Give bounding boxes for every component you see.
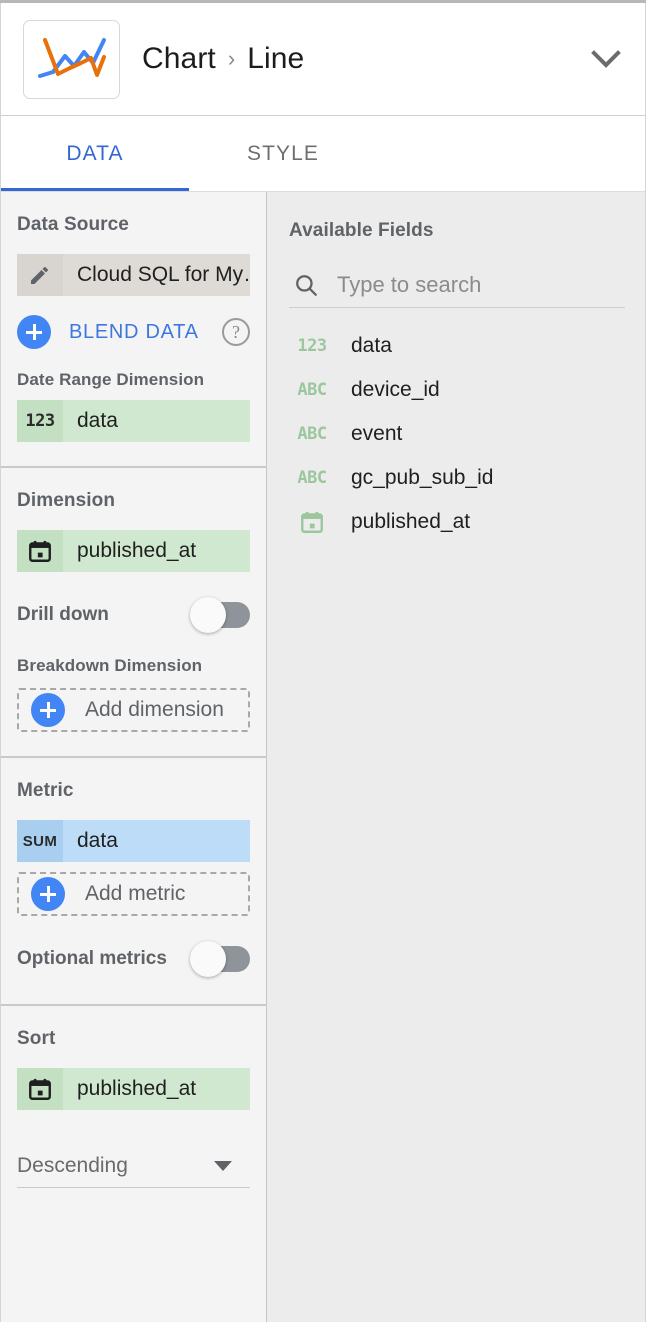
sort-order-value: Descending xyxy=(17,1153,128,1177)
optional-metrics-row: Optional metrics xyxy=(17,938,250,980)
list-item[interactable]: ABC event xyxy=(289,412,625,456)
text-type-icon: ABC xyxy=(289,380,335,400)
chevron-down-icon[interactable] xyxy=(585,38,627,80)
field-name: published_at xyxy=(351,510,471,533)
text-type-icon: ABC xyxy=(289,424,335,444)
list-item[interactable]: 123 data xyxy=(289,324,625,368)
available-fields-list: 123 data ABC device_id ABC event ABC gc_… xyxy=(289,324,625,544)
text-type-label: ABC xyxy=(297,424,327,444)
section-dimension: Dimension published_at Drill down Breakd… xyxy=(1,468,266,758)
config-pane: Data Source Cloud SQL for My… BLEND DATA… xyxy=(0,192,267,1322)
dimension-chip[interactable]: published_at xyxy=(17,530,250,572)
number-type-icon: 123 xyxy=(289,336,335,356)
panel-tabs: DATA STYLE xyxy=(0,116,646,192)
panel-body: Data Source Cloud SQL for My… BLEND DATA… xyxy=(0,192,646,1322)
drill-down-row: Drill down xyxy=(17,594,250,636)
line-chart-icon[interactable] xyxy=(23,19,120,99)
data-source-chip[interactable]: Cloud SQL for My… xyxy=(17,254,250,296)
metric-chip[interactable]: SUM data xyxy=(17,820,250,862)
field-name: device_id xyxy=(351,378,440,401)
plus-circle-icon[interactable] xyxy=(17,315,51,349)
optional-metrics-toggle-knob xyxy=(190,941,226,977)
number-type-label: 123 xyxy=(297,336,327,356)
search-icon xyxy=(289,272,323,298)
drill-down-toggle-knob xyxy=(190,597,226,633)
add-metric-plus-icon xyxy=(31,877,65,911)
tab-data-label: DATA xyxy=(66,142,124,165)
breadcrumb-parent: Chart xyxy=(142,42,216,75)
add-dimension-plus-icon xyxy=(31,693,65,727)
tab-style[interactable]: STYLE xyxy=(189,116,377,192)
field-name: data xyxy=(351,334,392,357)
blend-data-row: BLEND DATA ? xyxy=(17,312,250,352)
breadcrumb: Chart › Line xyxy=(142,42,585,76)
add-dimension-button[interactable]: Add dimension xyxy=(17,688,250,732)
chart-properties-panel: Chart › Line DATA STYLE Data Source Clou… xyxy=(0,0,646,1322)
number-type-label: 123 xyxy=(25,411,55,431)
dimension-name: published_at xyxy=(63,530,250,572)
dimension-title: Dimension xyxy=(17,490,116,511)
list-item[interactable]: published_at xyxy=(289,500,625,544)
sum-label: SUM xyxy=(22,832,58,850)
text-type-label: ABC xyxy=(297,468,327,488)
calendar-icon xyxy=(289,509,335,535)
section-sort: Sort published_at Descending xyxy=(1,1006,266,1212)
drill-down-toggle[interactable] xyxy=(190,597,250,633)
list-item[interactable]: ABC gc_pub_sub_id xyxy=(289,456,625,500)
data-source-name: Cloud SQL for My… xyxy=(63,254,250,296)
sum-aggregation-icon: SUM xyxy=(17,820,63,862)
breakdown-dimension-label: Breakdown Dimension xyxy=(17,656,203,675)
sort-order-select[interactable]: Descending xyxy=(17,1144,250,1188)
sort-title: Sort xyxy=(17,1028,56,1049)
tab-style-label: STYLE xyxy=(246,142,320,165)
optional-metrics-label: Optional metrics xyxy=(17,948,167,969)
tab-data[interactable]: DATA xyxy=(1,116,189,192)
calendar-icon xyxy=(17,530,63,572)
data-source-title: Data Source xyxy=(17,214,129,235)
pencil-icon xyxy=(17,254,63,296)
section-data-source: Data Source Cloud SQL for My… BLEND DATA… xyxy=(1,192,266,468)
breadcrumb-current: Line xyxy=(247,42,305,75)
text-type-label: ABC xyxy=(297,380,327,400)
sort-chip[interactable]: published_at xyxy=(17,1068,250,1110)
field-search-input[interactable] xyxy=(337,271,625,298)
field-name: event xyxy=(351,422,403,445)
add-metric-button[interactable]: Add metric xyxy=(17,872,250,916)
list-item[interactable]: ABC device_id xyxy=(289,368,625,412)
field-search-row xyxy=(289,264,625,308)
panel-header: Chart › Line xyxy=(0,3,646,116)
optional-metrics-toggle[interactable] xyxy=(190,941,250,977)
drill-down-label: Drill down xyxy=(17,604,109,625)
date-range-dimension-name: data xyxy=(63,400,250,442)
date-range-dimension-chip[interactable]: 123 data xyxy=(17,400,250,442)
calendar-icon xyxy=(17,1068,63,1110)
number-type-icon: 123 xyxy=(17,400,63,442)
field-name: gc_pub_sub_id xyxy=(351,466,494,489)
help-circle-icon[interactable]: ? xyxy=(222,318,250,346)
sort-name: published_at xyxy=(63,1068,250,1110)
metric-title: Metric xyxy=(17,780,74,801)
blend-data-button[interactable]: BLEND DATA xyxy=(69,321,199,344)
metric-name: data xyxy=(63,820,250,862)
date-range-dimension-label: Date Range Dimension xyxy=(17,370,205,389)
available-fields-title: Available Fields xyxy=(289,220,434,241)
section-metric: Metric SUM data Add metric Optional metr… xyxy=(1,758,266,1006)
available-fields-pane: Available Fields 123 data xyxy=(267,192,646,1322)
chevron-down-icon xyxy=(214,1160,232,1171)
add-metric-label: Add metric xyxy=(85,882,186,905)
add-dimension-label: Add dimension xyxy=(85,698,224,721)
breadcrumb-separator-icon: › xyxy=(227,46,236,71)
text-type-icon: ABC xyxy=(289,468,335,488)
